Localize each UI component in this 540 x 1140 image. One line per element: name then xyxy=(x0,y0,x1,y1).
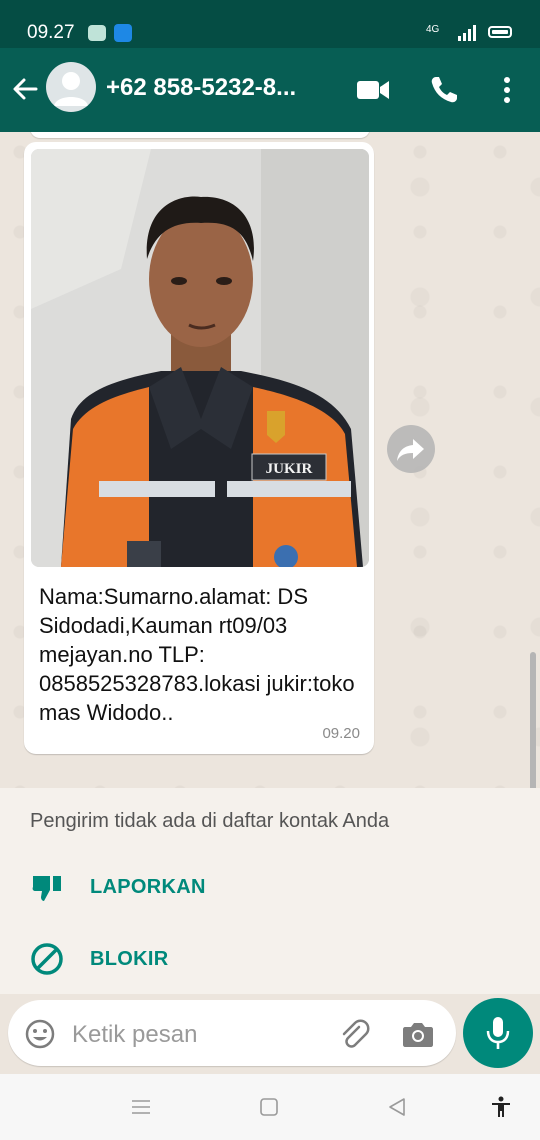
image-message-bubble[interactable]: JUKIR Nama:Sumarno.alamat: DS Sidodadi,K… xyxy=(24,142,374,754)
report-button[interactable]: LAPORKAN xyxy=(30,868,330,908)
more-options-icon[interactable] xyxy=(497,74,517,106)
emoji-icon[interactable] xyxy=(24,1018,56,1050)
report-label: LAPORKAN xyxy=(90,876,206,898)
forward-button[interactable] xyxy=(387,425,435,473)
voice-message-button[interactable] xyxy=(463,998,533,1068)
block-label: BLOKIR xyxy=(90,948,169,970)
nav-back-icon[interactable] xyxy=(386,1096,408,1118)
network-type: 4G xyxy=(426,24,440,35)
composer-bar: Ketik pesan xyxy=(0,994,540,1074)
message-time: 09.20 xyxy=(322,725,360,742)
notification-app-icon xyxy=(88,25,106,41)
default-avatar-icon xyxy=(54,72,88,106)
vest-badge-text: JUKIR xyxy=(266,461,313,477)
recent-apps-icon[interactable] xyxy=(130,1096,152,1118)
unknown-sender-panel: Pengirim tidak ada di daftar kontak Anda… xyxy=(0,788,540,994)
status-bar: 09.27 4G xyxy=(0,0,540,48)
battery-icon xyxy=(488,26,512,38)
signal-icon xyxy=(458,25,476,41)
video-call-icon[interactable] xyxy=(356,78,390,102)
chat-header: +62 858-5232-8... xyxy=(0,48,540,132)
contact-avatar[interactable] xyxy=(46,62,96,112)
camera-icon[interactable] xyxy=(402,1020,434,1048)
notification-browser-icon xyxy=(114,24,132,42)
accessibility-icon[interactable] xyxy=(490,1096,512,1118)
block-button[interactable]: BLOKIR xyxy=(30,940,330,980)
voice-call-icon[interactable] xyxy=(428,74,460,106)
message-input-field[interactable]: Ketik pesan xyxy=(8,1000,456,1066)
thumbs-down-icon xyxy=(32,876,61,901)
chat-area[interactable]: JUKIR Nama:Sumarno.alamat: DS Sidodadi,K… xyxy=(0,132,540,788)
contact-name[interactable]: +62 858-5232-8... xyxy=(106,74,328,102)
chat-scrollbar[interactable] xyxy=(530,652,536,788)
back-arrow-icon[interactable] xyxy=(10,74,40,104)
unknown-sender-notice: Pengirim tidak ada di daftar kontak Anda xyxy=(30,810,390,832)
previous-message-bubble[interactable] xyxy=(30,132,370,138)
status-time: 09.27 xyxy=(27,22,75,43)
microphone-icon xyxy=(486,1017,510,1049)
home-icon[interactable] xyxy=(258,1096,280,1118)
forward-icon xyxy=(397,439,424,461)
block-icon xyxy=(31,943,63,975)
message-caption: Nama:Sumarno.alamat: DS Sidodadi,Kauman … xyxy=(39,584,355,725)
system-navigation-bar xyxy=(0,1074,540,1140)
photo-of-man-in-orange-vest: JUKIR xyxy=(31,149,369,567)
message-input-placeholder: Ketik pesan xyxy=(72,1021,198,1048)
attachment-icon[interactable] xyxy=(338,1018,370,1050)
message-photo[interactable]: JUKIR xyxy=(31,149,369,567)
